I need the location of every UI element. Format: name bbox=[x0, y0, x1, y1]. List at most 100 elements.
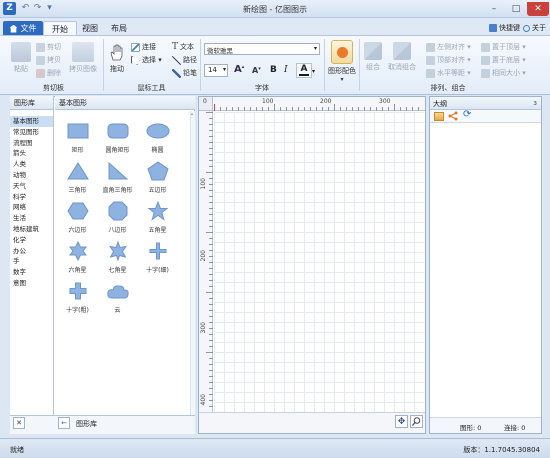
text-tool-button[interactable]: T 文本 bbox=[172, 42, 194, 52]
shape-color-button[interactable]: 图形配色 ▾ bbox=[326, 40, 358, 83]
category-item[interactable]: 数字 bbox=[10, 267, 53, 278]
category-item[interactable]: 生活 bbox=[10, 213, 53, 224]
zoom-button[interactable] bbox=[410, 415, 423, 428]
maximize-button[interactable]: □ bbox=[505, 2, 527, 16]
ungroup-button[interactable]: 取消组合 bbox=[385, 42, 419, 72]
scroll-up-icon[interactable]: ▴ bbox=[191, 111, 195, 116]
tab-file[interactable]: 文件 bbox=[3, 21, 43, 36]
shape-tile[interactable]: 五边形 bbox=[139, 156, 176, 196]
category-item[interactable]: 天气 bbox=[10, 181, 53, 192]
italic-button[interactable]: I bbox=[284, 65, 288, 75]
back-button[interactable]: ← bbox=[58, 417, 70, 429]
ruler-tick bbox=[209, 286, 213, 287]
shortcut-link[interactable]: 快捷键 bbox=[489, 22, 520, 34]
select-tool-button[interactable]: 选择 ▾ bbox=[131, 55, 162, 65]
shape-tile[interactable]: 七角星 bbox=[99, 236, 136, 276]
copy-button[interactable]: 拷贝 bbox=[36, 55, 61, 65]
ruler-tick bbox=[280, 107, 281, 111]
align-top-button[interactable]: 顶部对齐 ▾ bbox=[426, 55, 471, 65]
shape-label: 三角形 bbox=[68, 187, 87, 194]
ruler-tick bbox=[256, 107, 257, 111]
close-library-button[interactable]: ✕ bbox=[13, 417, 25, 429]
shape-tile[interactable]: 五角星 bbox=[139, 196, 176, 236]
path-tool-button[interactable]: 路径 bbox=[172, 55, 197, 65]
refresh-icon[interactable]: ⟳ bbox=[463, 110, 473, 120]
scissors-icon bbox=[36, 42, 45, 52]
category-item[interactable]: 网络 bbox=[10, 202, 53, 213]
tab-layout[interactable]: 布局 bbox=[108, 21, 130, 36]
align-left-icon bbox=[426, 42, 435, 52]
category-item[interactable]: 化学 bbox=[10, 235, 53, 246]
shape-tile[interactable]: 六边形 bbox=[59, 196, 96, 236]
shape-tile[interactable]: 三角形 bbox=[59, 156, 96, 196]
send-to-back-button[interactable]: 置于底层 ▾ bbox=[481, 55, 526, 65]
cut-button[interactable]: 剪切 bbox=[36, 42, 61, 52]
ruler-tick bbox=[209, 262, 213, 263]
ruler-tick bbox=[346, 107, 347, 111]
drag-tool-button[interactable]: 拖动 bbox=[106, 42, 128, 74]
font-family-select[interactable]: 微软雅黑 ▾ bbox=[204, 43, 320, 55]
drawing-canvas[interactable] bbox=[214, 112, 424, 412]
grow-font-button[interactable]: A▴ bbox=[234, 64, 244, 75]
minimize-button[interactable]: – bbox=[483, 2, 505, 16]
ruler-tick bbox=[209, 382, 213, 383]
delete-button[interactable]: 删除 bbox=[36, 68, 61, 78]
pin-icon[interactable]: ɜ bbox=[533, 99, 537, 107]
shape-tile[interactable]: 圆角矩形 bbox=[99, 116, 136, 156]
category-item[interactable]: 手 bbox=[10, 256, 53, 267]
shape-label: 圆角矩形 bbox=[105, 147, 130, 154]
ruler-tick bbox=[209, 328, 213, 329]
ruler-label: 300 bbox=[200, 322, 207, 334]
shape-preview-icon bbox=[146, 123, 169, 139]
ruler-tick bbox=[209, 118, 213, 119]
category-item[interactable]: 流程图 bbox=[10, 138, 53, 149]
shape-tile[interactable]: 矩形 bbox=[59, 116, 96, 156]
shape-tile[interactable]: 直角三角形 bbox=[99, 156, 136, 196]
category-item[interactable]: 地标建筑 bbox=[10, 224, 53, 235]
paste-button[interactable]: 粘贴 bbox=[9, 42, 33, 74]
category-item[interactable]: 基本图形 bbox=[10, 116, 53, 127]
chevron-down-icon: ▾ bbox=[313, 45, 317, 52]
tab-start[interactable]: 开始 bbox=[43, 21, 77, 36]
ruler-label: 100 bbox=[262, 98, 274, 105]
chevron-down-icon[interactable]: ▾ bbox=[312, 68, 315, 75]
about-link[interactable]: 关于 bbox=[523, 22, 546, 34]
ruler-tick bbox=[209, 340, 213, 341]
bring-to-front-button[interactable]: 置于顶层 ▾ bbox=[481, 42, 526, 52]
font-size-select[interactable]: 14 ▾ bbox=[204, 64, 228, 77]
tab-view[interactable]: 视图 bbox=[79, 21, 101, 36]
category-item[interactable]: 人类 bbox=[10, 159, 53, 170]
category-item[interactable]: 常见图形 bbox=[10, 127, 53, 138]
shape-tile[interactable]: 十字(细) bbox=[139, 236, 176, 276]
ruler-tick bbox=[206, 112, 213, 113]
category-item[interactable]: 意图 bbox=[10, 278, 53, 289]
share-icon[interactable] bbox=[448, 111, 458, 121]
distribute-horizontal-button[interactable]: 水平等距 ▾ bbox=[426, 68, 471, 78]
same-size-button[interactable]: 相同大小 ▾ bbox=[481, 68, 526, 78]
shape-tile[interactable]: 十字(粗) bbox=[59, 276, 96, 316]
shape-tile[interactable]: 椭圆 bbox=[139, 116, 176, 156]
category-item[interactable]: 办公 bbox=[10, 246, 53, 257]
scrollbar[interactable]: ▴ bbox=[190, 111, 195, 415]
copy-image-button[interactable]: 拷贝图像 bbox=[66, 42, 100, 74]
close-button[interactable]: ✕ bbox=[527, 2, 549, 16]
shape-tile[interactable]: 六角星 bbox=[59, 236, 96, 276]
up-arrow-icon: ▴ bbox=[241, 64, 245, 70]
group-button[interactable]: 组合 bbox=[362, 42, 384, 72]
bold-button[interactable]: B bbox=[270, 65, 277, 75]
pencil-tool-button[interactable]: 铅笔 bbox=[172, 68, 197, 78]
shrink-font-button[interactable]: A▾ bbox=[252, 66, 261, 75]
ruler-tick bbox=[370, 107, 371, 111]
category-item[interactable]: 箭头 bbox=[10, 148, 53, 159]
category-item[interactable]: 动物 bbox=[10, 170, 53, 181]
align-left-button[interactable]: 左侧对齐 ▾ bbox=[426, 42, 471, 52]
ruler-tick bbox=[209, 136, 213, 137]
connect-tool-button[interactable]: 连接 bbox=[131, 42, 156, 52]
pan-icon[interactable]: ✥ bbox=[395, 415, 408, 428]
folder-icon[interactable] bbox=[434, 112, 444, 121]
shape-tile[interactable]: 云 bbox=[99, 276, 136, 316]
font-color-button[interactable]: A bbox=[296, 63, 312, 78]
category-item[interactable]: 科学 bbox=[10, 192, 53, 203]
ruler-tick bbox=[262, 107, 263, 111]
shape-tile[interactable]: 八边形 bbox=[99, 196, 136, 236]
